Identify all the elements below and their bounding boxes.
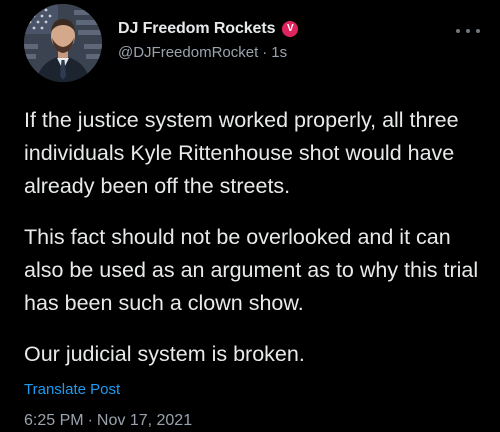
tweet-paragraph: This fact should not be overlooked and i… xyxy=(24,225,479,315)
tweet-timestamp[interactable]: 6:25 PM · Nov 17, 2021 xyxy=(24,412,192,430)
author-display-name[interactable]: DJ Freedom Rockets xyxy=(118,20,275,38)
author-handle-row: @DJFreedomRocket · 1s xyxy=(118,44,287,61)
separator-dot: · xyxy=(87,412,93,429)
translate-post-link[interactable]: Translate Post xyxy=(24,381,120,398)
tweet-text: If the justice system worked properly, a… xyxy=(24,104,486,389)
avatar[interactable] xyxy=(24,4,102,82)
profile-photo-icon xyxy=(24,4,102,82)
verified-badge-icon: V xyxy=(282,21,299,37)
ellipsis-icon xyxy=(466,29,470,33)
ellipsis-icon xyxy=(476,29,480,33)
separator-dot: · xyxy=(262,44,268,61)
author-handle[interactable]: @DJFreedomRocket xyxy=(118,44,258,61)
tweet-paragraph: If the justice system worked properly, a… xyxy=(24,108,459,198)
tweet-date: Nov 17, 2021 xyxy=(96,412,193,429)
ellipsis-icon xyxy=(456,29,460,33)
tweet-time: 6:25 PM xyxy=(24,412,84,429)
author-name-row[interactable]: DJ Freedom Rockets V xyxy=(118,20,299,38)
tweet-paragraph: Our judicial system is broken. xyxy=(24,342,305,366)
more-options-button[interactable] xyxy=(456,24,480,38)
relative-time[interactable]: 1s xyxy=(271,44,287,61)
